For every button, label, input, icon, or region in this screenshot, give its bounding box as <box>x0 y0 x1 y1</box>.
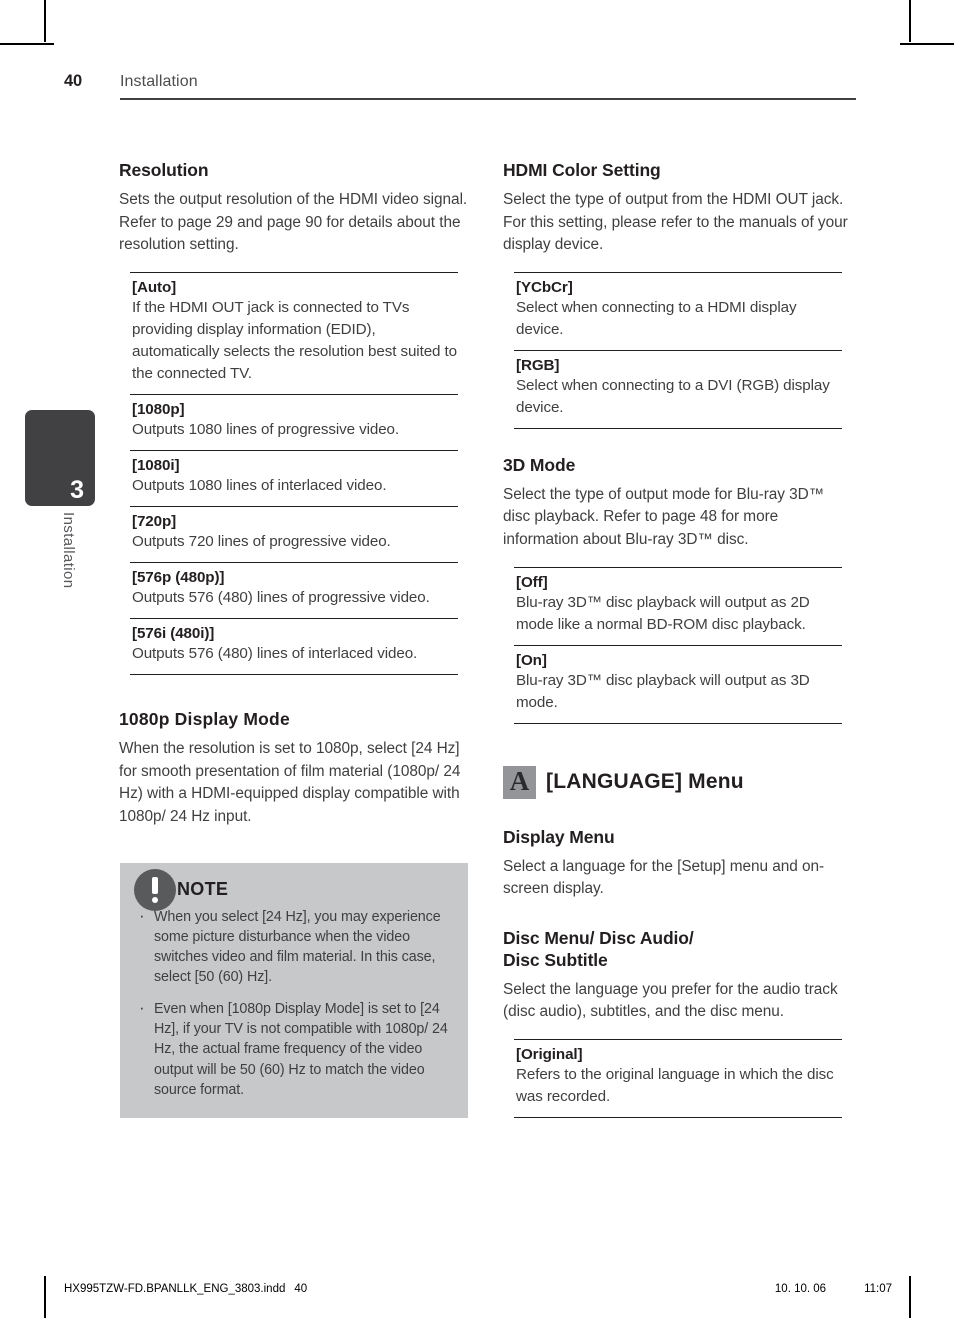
right-column: HDMI Color Setting Select the type of ou… <box>503 160 853 1119</box>
chapter-tab: 3 <box>25 410 95 506</box>
list-item: When you select [24 Hz], you may experie… <box>134 904 454 988</box>
heading-disc-menu-line1: Disc Menu/ Disc Audio/ <box>503 928 694 948</box>
list-item: [576i (480i)] Outputs 576 (480) lines of… <box>130 619 458 676</box>
heading-1080p-display-mode: 1080p Display Mode <box>119 709 290 730</box>
disc-menu-options-list: [Original] Refers to the original langua… <box>514 1039 842 1119</box>
option-term: [720p] <box>132 512 177 530</box>
page-section-title: Installation <box>120 73 198 90</box>
body-1080p-display-mode: When the resolution is set to 1080p, sel… <box>119 739 461 825</box>
note-title: NOTE <box>177 879 229 900</box>
option-term: [576i (480i)] <box>132 625 215 643</box>
option-description: Select when connecting to a DVI (RGB) di… <box>516 376 830 416</box>
crop-mark-top-left-vertical <box>44 0 46 42</box>
option-description: Outputs 720 lines of progressive video. <box>132 532 391 550</box>
note-header: NOTE <box>134 868 229 911</box>
footer-page-number: 40 <box>294 1283 308 1295</box>
crop-mark-bottom-right-vertical <box>909 1276 911 1318</box>
option-term: [Original] <box>516 1046 583 1064</box>
body-3d-mode: Select the type of output mode for Blu-r… <box>503 485 825 549</box>
footer-filename: HX995TZW-FD.BPANLLK_ENG_3803.indd <box>64 1283 286 1295</box>
body-resolution: Sets the output resolution of the HDMI v… <box>119 190 468 254</box>
3d-mode-options-list: [Off] Blu-ray 3D™ disc playback will out… <box>514 566 842 724</box>
option-term: [On] <box>516 651 547 669</box>
body-hdmi-color-setting: Select the type of output from the HDMI … <box>503 190 848 254</box>
language-menu-title: [LANGUAGE] Menu <box>546 770 744 794</box>
list-item: [YCbCr] Select when connecting to a HDMI… <box>514 273 842 351</box>
option-description: Blu-ray 3D™ disc playback will output as… <box>516 671 810 711</box>
option-term: [1080i] <box>132 456 180 474</box>
heading-disc-menu-line2: Disc Subtitle <box>503 949 608 970</box>
heading-display-menu: Display Menu <box>503 826 615 847</box>
list-item: [1080p] Outputs 1080 lines of progressiv… <box>130 395 458 451</box>
chapter-tab-label: Installation <box>60 512 77 589</box>
header-divider <box>120 98 856 100</box>
footer-date: 10. 10. 06 <box>774 1283 827 1295</box>
option-description: Outputs 1080 lines of progressive video. <box>132 420 400 438</box>
page-number: 40 <box>64 72 82 90</box>
page-header: 40 Installation <box>64 72 856 100</box>
option-description: Outputs 1080 lines of interlaced video. <box>132 476 387 494</box>
option-description: Select when connecting to a HDMI display… <box>516 298 797 338</box>
option-description: Outputs 576 (480) lines of progressive v… <box>132 589 430 607</box>
option-term: [YCbCr] <box>516 278 573 296</box>
crop-mark-top-right-vertical <box>909 0 911 42</box>
heading-disc-menu: Disc Menu/ Disc Audio/ Disc Subtitle <box>503 928 853 972</box>
list-item: [576p (480p)] Outputs 576 (480) lines of… <box>130 563 458 620</box>
heading-hdmi-color-setting: HDMI Color Setting <box>503 160 661 180</box>
crop-mark-top-right-horizontal <box>900 43 954 45</box>
list-item: [Original] Refers to the original langua… <box>514 1040 842 1119</box>
note-bullet-list: When you select [24 Hz], you may experie… <box>134 904 454 1101</box>
language-menu-heading: A [LANGUAGE] Menu <box>503 765 853 799</box>
footer: HX995TZW-FD.BPANLLK_ENG_3803.indd 40 10.… <box>64 1283 892 1295</box>
list-item: [Auto] If the HDMI OUT jack is connected… <box>130 273 458 395</box>
list-item: [1080i] Outputs 1080 lines of interlaced… <box>130 451 458 507</box>
option-description: If the HDMI OUT jack is connected to TVs… <box>132 298 457 382</box>
list-item: [720p] Outputs 720 lines of progressive … <box>130 507 458 564</box>
heading-resolution: Resolution <box>119 160 209 180</box>
option-term: [1080p] <box>132 400 185 418</box>
body-disc-menu: Select the language you prefer for the a… <box>503 980 838 1021</box>
heading-3d-mode: 3D Mode <box>503 454 576 475</box>
list-item: Even when [1080p Display Mode] is set to… <box>134 996 454 1100</box>
resolution-options-list: [Auto] If the HDMI OUT jack is connected… <box>130 271 458 676</box>
footer-time: 11:07 <box>864 1283 892 1295</box>
hdmi-color-options-list: [YCbCr] Select when connecting to a HDMI… <box>514 271 842 429</box>
option-description: Refers to the original language in which… <box>516 1066 834 1106</box>
body-display-menu: Select a language for the [Setup] menu a… <box>503 857 825 898</box>
option-description: Blu-ray 3D™ disc playback will output as… <box>516 593 810 633</box>
chapter-tab-number: 3 <box>70 476 84 504</box>
list-item: [Off] Blu-ray 3D™ disc playback will out… <box>514 568 842 646</box>
language-a-icon: A <box>503 765 536 799</box>
left-column: Resolution Sets the output resolution of… <box>119 160 469 1119</box>
option-description: Outputs 576 (480) lines of interlaced vi… <box>132 645 418 663</box>
option-term: [Off] <box>516 573 548 591</box>
list-item: [RGB] Select when connecting to a DVI (R… <box>514 351 842 429</box>
note-callout: NOTE When you select [24 Hz], you may ex… <box>120 862 468 1119</box>
option-term: [Auto] <box>132 278 177 296</box>
list-item: [On] Blu-ray 3D™ disc playback will outp… <box>514 646 842 724</box>
language-a-icon-letter: A <box>509 766 530 797</box>
option-term: [576p (480p)] <box>132 569 225 587</box>
crop-mark-top-left-horizontal <box>0 43 54 45</box>
option-term: [RGB] <box>516 356 560 374</box>
crop-mark-bottom-left-vertical <box>44 1276 46 1318</box>
